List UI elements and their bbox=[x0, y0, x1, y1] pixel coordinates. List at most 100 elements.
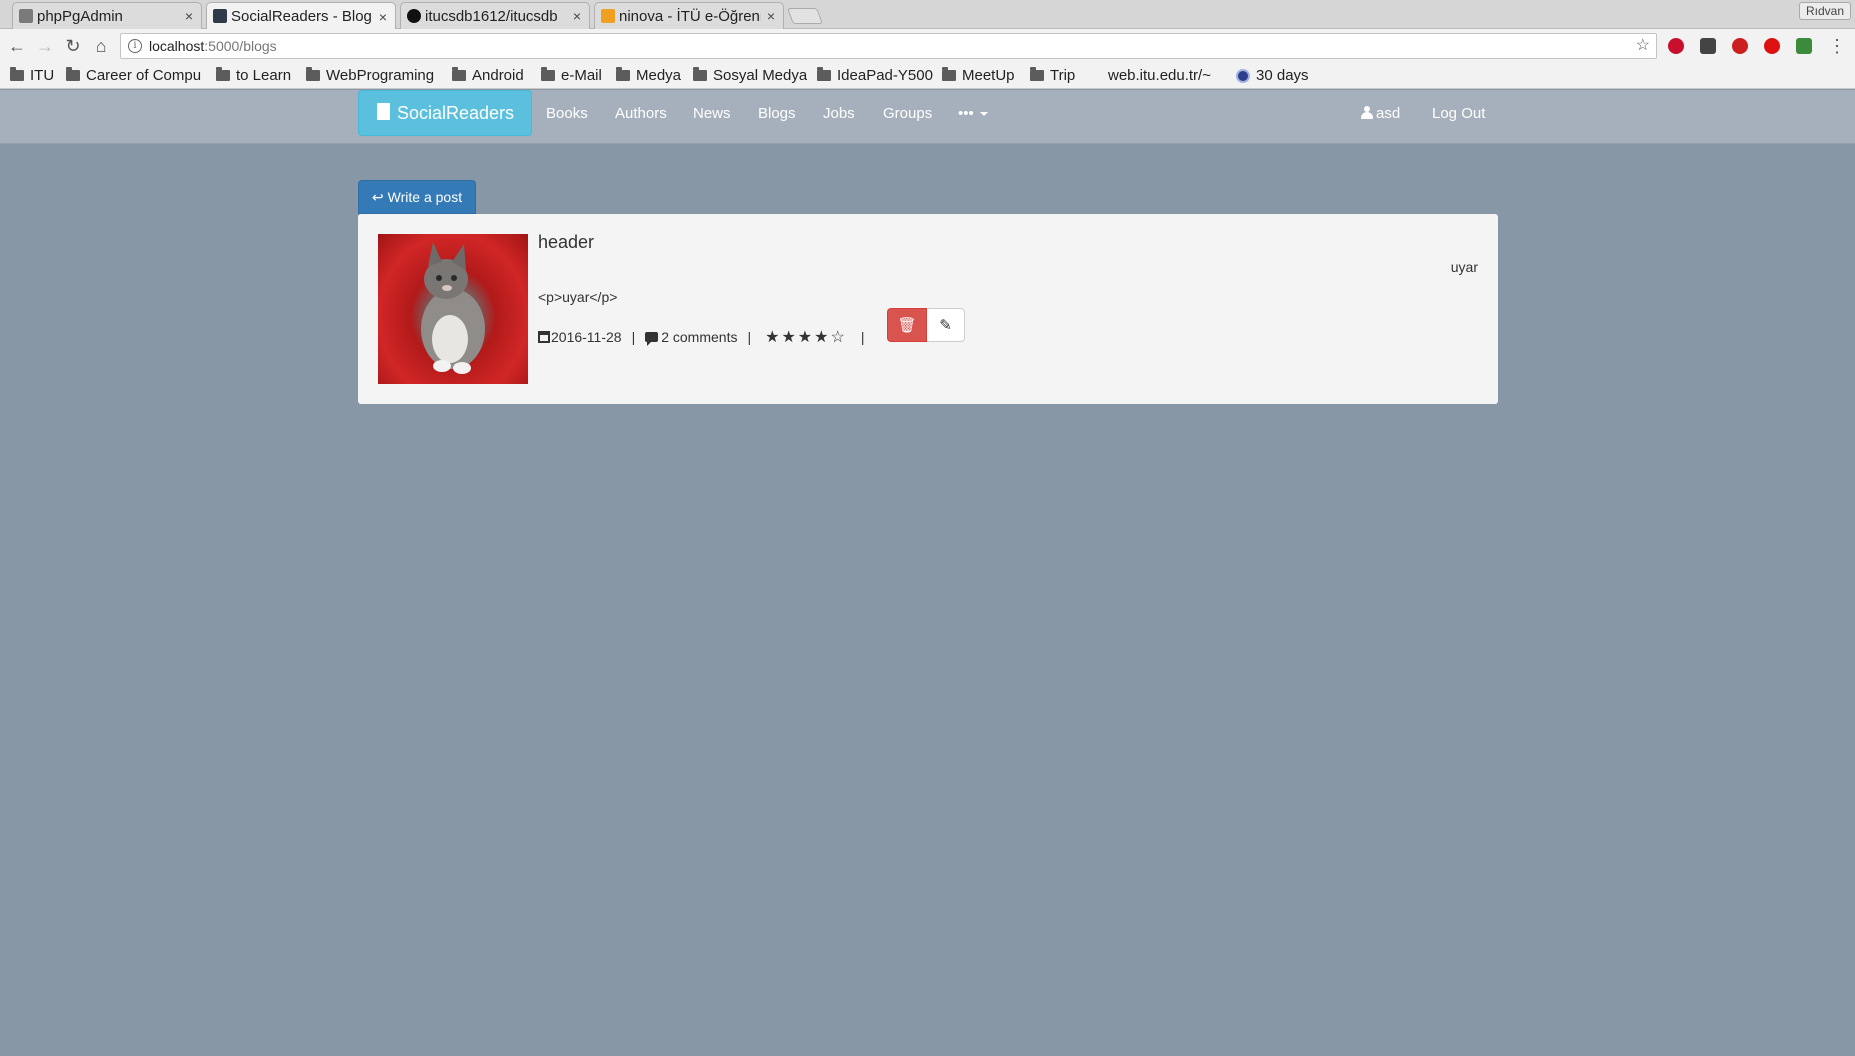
folder-icon bbox=[616, 67, 630, 81]
bookmark-label: Sosyal Medya bbox=[713, 67, 808, 84]
bookmark-webprograming[interactable]: WebPrograming bbox=[306, 67, 434, 84]
nav-books[interactable]: Books bbox=[546, 105, 588, 122]
bookmark-label: MeetUp bbox=[962, 67, 1015, 84]
post-meta: 2016-11-28 | 2 comments | ★★★★☆ | bbox=[538, 327, 874, 347]
bookmark-android[interactable]: Android bbox=[452, 67, 524, 84]
separator: | bbox=[860, 329, 865, 345]
bookmark-ideapad[interactable]: IdeaPad-Y500 bbox=[817, 67, 933, 84]
blog-post-card: header uyar <p>uyar</p> 2016-11-28 | 2 c… bbox=[358, 214, 1498, 404]
bookmark-meetup[interactable]: MeetUp bbox=[942, 67, 1015, 84]
opera-icon[interactable] bbox=[1764, 38, 1780, 54]
address-bar[interactable]: i localhost:5000/blogs ☆ bbox=[120, 33, 1657, 59]
folder-icon bbox=[693, 67, 707, 81]
browser-tab-bar: phpPgAdmin × SocialReaders - Blog × ituc… bbox=[0, 0, 1855, 30]
bookmark-trip[interactable]: Trip bbox=[1030, 67, 1075, 84]
brand-link[interactable]: SocialReaders bbox=[358, 90, 532, 136]
folder-icon bbox=[541, 67, 555, 81]
bookmark-career[interactable]: Career of Compu bbox=[66, 67, 201, 84]
tab-ninova[interactable]: ninova - İTÜ e-Öğrenme × bbox=[594, 2, 784, 29]
bookmark-label: IdeaPad-Y500 bbox=[837, 67, 933, 84]
chevron-down-icon bbox=[979, 112, 988, 117]
profile-button[interactable]: Rıdvan bbox=[1798, 2, 1851, 20]
bookmark-label: Android bbox=[472, 67, 524, 84]
close-icon[interactable]: × bbox=[767, 8, 775, 24]
bookmark-sosyal-medya[interactable]: Sosyal Medya bbox=[693, 67, 807, 84]
reload-icon[interactable]: ↻ bbox=[62, 35, 84, 57]
nav-blogs[interactable]: Blogs bbox=[758, 105, 796, 122]
chrome-extension-icon[interactable] bbox=[1796, 38, 1812, 54]
write-post-label: Write a post bbox=[387, 189, 463, 205]
tab-title: itucsdb1612/itucsdb bbox=[425, 7, 558, 25]
separator: | bbox=[631, 329, 636, 345]
calendar-icon bbox=[538, 331, 550, 343]
close-icon[interactable]: × bbox=[379, 9, 387, 25]
post-comments-link[interactable]: 2 comments bbox=[661, 329, 737, 345]
close-icon[interactable]: × bbox=[185, 8, 193, 24]
delete-button[interactable]: 🗑 bbox=[887, 308, 927, 342]
nav-news[interactable]: News bbox=[693, 105, 731, 122]
post-author[interactable]: uyar bbox=[1451, 259, 1478, 275]
nav-more-dropdown[interactable]: ••• bbox=[958, 105, 988, 122]
bookmark-email[interactable]: e-Mail bbox=[541, 67, 602, 84]
folder-icon bbox=[306, 67, 320, 81]
back-icon[interactable]: ← bbox=[6, 35, 28, 57]
tab-socialreaders[interactable]: SocialReaders - Blog × bbox=[206, 2, 396, 30]
new-tab-button[interactable] bbox=[787, 8, 823, 24]
bookmark-medya[interactable]: Medya bbox=[616, 67, 681, 84]
nav-jobs[interactable]: Jobs bbox=[823, 105, 855, 122]
bookmark-label: to Learn bbox=[236, 67, 292, 84]
tab-github[interactable]: itucsdb1612/itucsdb × bbox=[400, 2, 590, 29]
abp-icon[interactable] bbox=[1668, 38, 1684, 54]
bookmark-30-days[interactable]: 30 days bbox=[1236, 67, 1309, 84]
extension-icon[interactable] bbox=[1700, 38, 1716, 54]
user-icon bbox=[1361, 106, 1373, 119]
browser-toolbar: ← → ↻ ⌂ i localhost:5000/blogs ☆ ⋮ bbox=[0, 29, 1855, 63]
info-icon[interactable]: i bbox=[128, 39, 142, 53]
tab-title: SocialReaders - Blog bbox=[231, 8, 372, 25]
bookmark-star-icon[interactable]: ☆ bbox=[1636, 34, 1650, 58]
folder-icon bbox=[1030, 67, 1044, 81]
ninova-favicon-icon bbox=[601, 9, 615, 23]
pencil-icon: ✎ bbox=[939, 317, 952, 334]
url-host: localhost bbox=[149, 38, 205, 54]
socialreaders-favicon-icon bbox=[213, 9, 227, 23]
rating-stars[interactable]: ★★★★☆ bbox=[765, 327, 847, 347]
folder-icon bbox=[942, 67, 956, 81]
folder-icon bbox=[452, 67, 466, 81]
nav-authors[interactable]: Authors bbox=[615, 105, 667, 122]
nav-user[interactable]: asd bbox=[1361, 105, 1400, 122]
folder-icon bbox=[817, 67, 831, 81]
nav-logout[interactable]: Log Out bbox=[1432, 105, 1485, 122]
comment-icon bbox=[645, 332, 659, 346]
tab-phppgadmin[interactable]: phpPgAdmin × bbox=[12, 2, 202, 29]
separator: | bbox=[747, 329, 752, 345]
bookmark-to-learn[interactable]: to Learn bbox=[216, 67, 291, 84]
bookmark-label: 30 days bbox=[1256, 67, 1309, 84]
bookmarks-bar: ITU Career of Compu to Learn WebProgrami… bbox=[0, 63, 1855, 89]
site-navbar: SocialReaders Books Authors News Blogs J… bbox=[0, 90, 1855, 144]
more-label: ••• bbox=[958, 105, 974, 122]
bookmark-web-itu[interactable]: web.itu.edu.tr/~ bbox=[1108, 67, 1211, 84]
nav-groups[interactable]: Groups bbox=[883, 105, 932, 122]
home-icon[interactable]: ⌂ bbox=[90, 35, 112, 57]
post-date: 2016-11-28 bbox=[551, 329, 622, 345]
user-label: asd bbox=[1376, 105, 1401, 122]
menu-icon[interactable]: ⋮ bbox=[1826, 35, 1848, 57]
forward-icon[interactable]: → bbox=[34, 35, 56, 57]
bookmark-itu[interactable]: ITU bbox=[10, 67, 54, 84]
edit-button[interactable]: ✎ bbox=[927, 308, 965, 342]
write-post-button[interactable]: ↩ Write a post bbox=[358, 180, 476, 214]
phppgadmin-favicon-icon bbox=[19, 9, 33, 23]
bookmark-label: WebPrograming bbox=[326, 67, 435, 84]
post-actions: 🗑 ✎ bbox=[887, 308, 965, 342]
t-extension-icon[interactable] bbox=[1732, 38, 1748, 54]
bookmark-label: Career of Compu bbox=[86, 67, 202, 84]
post-title[interactable]: header bbox=[538, 232, 594, 253]
trash-icon: 🗑 bbox=[897, 317, 917, 334]
globe-icon bbox=[1236, 68, 1250, 83]
bookmark-label: ITU bbox=[30, 67, 55, 84]
github-favicon-icon bbox=[407, 9, 421, 23]
cat-picture bbox=[421, 242, 485, 374]
post-image bbox=[378, 234, 528, 384]
close-icon[interactable]: × bbox=[573, 8, 581, 24]
